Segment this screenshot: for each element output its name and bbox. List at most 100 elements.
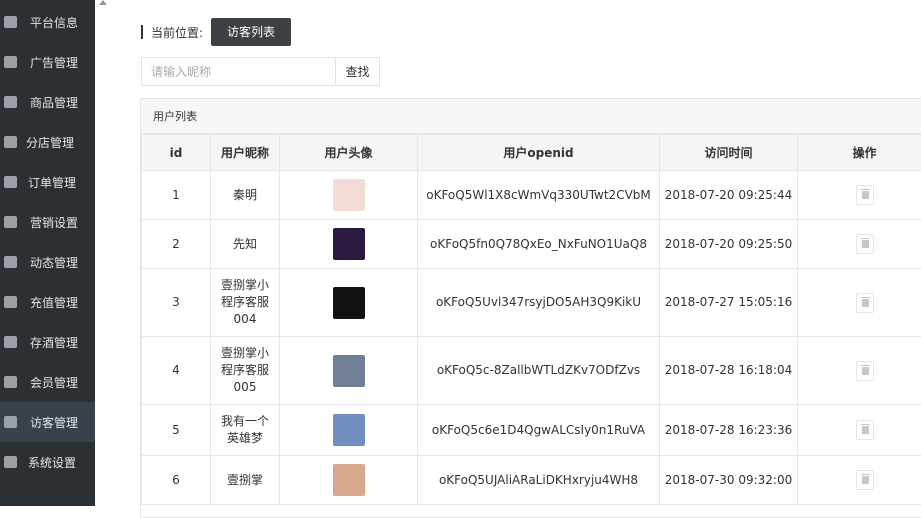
sidebar-item-visitors[interactable]: 访客管理 <box>0 402 95 442</box>
avatar <box>333 355 365 387</box>
cell-visit-time: 2018-07-28 16:23:36 <box>660 405 798 456</box>
sidebar-item-label: 广告管理 <box>30 54 78 71</box>
avatar <box>333 414 365 446</box>
sidebar-item-ads[interactable]: 广告管理 <box>0 42 95 82</box>
sidebar-item-feed[interactable]: 动态管理 <box>0 242 95 282</box>
cell-id: 3 <box>142 269 211 337</box>
trash-icon <box>862 367 869 375</box>
user-icon <box>4 416 17 428</box>
list-icon <box>4 176 17 188</box>
user-icon <box>4 256 17 268</box>
cell-nickname: 壹捌掌小程序客服004 <box>211 269 280 337</box>
sidebar-item-label: 分店管理 <box>26 134 74 151</box>
cell-avatar <box>280 456 418 505</box>
cell-id: 2 <box>142 220 211 269</box>
breadcrumb: 当前位置: 访客列表 <box>141 17 291 47</box>
sidebar-item-label: 会员管理 <box>30 374 78 391</box>
cell-id: 4 <box>142 337 211 405</box>
header-id: id <box>142 135 211 171</box>
cell-avatar <box>280 171 418 220</box>
gift-icon <box>4 216 17 228</box>
header-nickname: 用户昵称 <box>211 135 280 171</box>
cell-visit-time: 2018-07-20 09:25:50 <box>660 220 798 269</box>
sidebar-item-label: 系统设置 <box>28 454 76 471</box>
header-visit-time: 访问时间 <box>660 135 798 171</box>
breadcrumb-current[interactable]: 访客列表 <box>211 18 291 46</box>
gift-icon <box>4 376 17 388</box>
table-row: 6 壹捌掌 oKFoQ5UJAliARaLiDKHxryju4WH8 2018-… <box>142 456 921 505</box>
gift-icon <box>4 296 17 308</box>
cell-action <box>798 456 921 505</box>
header-avatar: 用户头像 <box>280 135 418 171</box>
sidebar-item-settings[interactable]: 系统设置 <box>0 442 95 482</box>
sidebar-item-wine-storage[interactable]: 存酒管理 <box>0 322 95 362</box>
sidebar-item-label: 营销设置 <box>30 214 78 231</box>
cell-avatar <box>280 269 418 337</box>
table-row: 1 秦明 oKFoQ5Wl1X8cWmVq330UTwt2CVbM 2018-0… <box>142 171 921 220</box>
gift-icon <box>4 336 17 348</box>
cell-id: 1 <box>142 171 211 220</box>
cell-action <box>798 337 921 405</box>
sidebar-item-members[interactable]: 会员管理 <box>0 362 95 402</box>
cell-action <box>798 171 921 220</box>
cell-openid: oKFoQ5Uvl347rsyjDO5AH3Q9KikU <box>418 269 660 337</box>
avatar <box>333 228 365 260</box>
user-table: id 用户昵称 用户头像 用户openid 访问时间 操作 1 秦明 oKFoQ… <box>141 134 921 505</box>
cell-openid: oKFoQ5Wl1X8cWmVq330UTwt2CVbM <box>418 171 660 220</box>
delete-button[interactable] <box>856 470 874 490</box>
search-input[interactable] <box>141 57 336 86</box>
sidebar-item-label: 充值管理 <box>30 294 78 311</box>
avatar <box>333 179 365 211</box>
sidebar-item-label: 平台信息 <box>30 14 78 31</box>
cell-id: 6 <box>142 456 211 505</box>
table-row: 2 先知 oKFoQ5fn0Q78QxEo_NxFuNO1UaQ8 2018-0… <box>142 220 921 269</box>
trash-icon <box>862 476 869 484</box>
globe-icon <box>4 56 17 68</box>
breadcrumb-divider <box>141 25 143 39</box>
cell-avatar <box>280 337 418 405</box>
table-header-row: id 用户昵称 用户头像 用户openid 访问时间 操作 <box>142 135 921 171</box>
sidebar-item-orders[interactable]: 订单管理 <box>0 162 95 202</box>
user-list-panel: 用户列表 id 用户昵称 用户头像 用户openid 访问时间 操作 1 秦明 … <box>140 98 921 518</box>
cart-icon <box>4 96 17 108</box>
trash-icon <box>862 299 869 307</box>
sidebar-item-label: 订单管理 <box>28 174 76 191</box>
sidebar-item-label: 商品管理 <box>30 94 78 111</box>
cell-visit-time: 2018-07-20 09:25:44 <box>660 171 798 220</box>
gear-icon <box>4 456 17 468</box>
sidebar-item-recharge[interactable]: 充值管理 <box>0 282 95 322</box>
trash-icon <box>862 240 869 248</box>
sidebar-item-platform-info[interactable]: 平台信息 <box>0 2 95 42</box>
cell-nickname: 先知 <box>211 220 280 269</box>
cell-action <box>798 269 921 337</box>
table-row: 4 壹捌掌小程序客服005 oKFoQ5c-8ZallbWTLdZKv7ODfZ… <box>142 337 921 405</box>
search-button[interactable]: 查找 <box>335 57 380 86</box>
delete-button[interactable] <box>856 234 874 254</box>
sidebar: 平台信息 广告管理 商品管理 分店管理 订单管理 营销设置 动态管理 充值管理 … <box>0 0 95 506</box>
cell-openid: oKFoQ5c6e1D4QgwALCsIy0n1RuVA <box>418 405 660 456</box>
sidebar-item-products[interactable]: 商品管理 <box>0 82 95 122</box>
cell-avatar <box>280 220 418 269</box>
delete-button[interactable] <box>856 293 874 313</box>
avatar <box>333 464 365 496</box>
cell-visit-time: 2018-07-30 09:32:00 <box>660 456 798 505</box>
avatar <box>333 287 365 319</box>
cell-openid: oKFoQ5fn0Q78QxEo_NxFuNO1UaQ8 <box>418 220 660 269</box>
delete-button[interactable] <box>856 185 874 205</box>
sidebar-item-label: 动态管理 <box>30 254 78 271</box>
monitor-icon <box>4 16 17 28</box>
header-action: 操作 <box>798 135 921 171</box>
sidebar-item-marketing[interactable]: 营销设置 <box>0 202 95 242</box>
scroll-up-arrow-icon[interactable] <box>99 0 107 5</box>
cell-id: 5 <box>142 405 211 456</box>
cell-nickname: 壹捌掌 <box>211 456 280 505</box>
trash-icon <box>862 426 869 434</box>
delete-button[interactable] <box>856 420 874 440</box>
breadcrumb-label: 当前位置: <box>151 24 203 41</box>
sidebar-item-branches[interactable]: 分店管理 <box>0 122 95 162</box>
sidebar-item-label: 访客管理 <box>30 414 78 431</box>
cell-action <box>798 405 921 456</box>
delete-button[interactable] <box>856 361 874 381</box>
panel-title: 用户列表 <box>141 99 921 134</box>
cell-avatar <box>280 405 418 456</box>
